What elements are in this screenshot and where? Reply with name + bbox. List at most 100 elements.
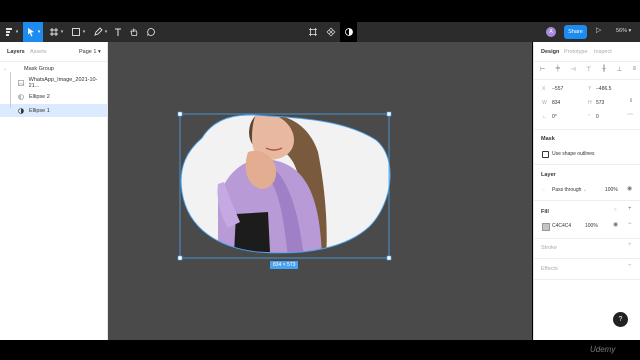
effects-section-title: Effects bbox=[541, 266, 558, 272]
shape-tool-button[interactable]: ▾ bbox=[68, 22, 88, 42]
create-component-button[interactable] bbox=[306, 22, 320, 42]
corner-radius-input[interactable]: 0 bbox=[596, 114, 599, 120]
present-play-icon[interactable]: ▷ bbox=[596, 26, 601, 34]
layer-section-title: Layer bbox=[541, 172, 556, 178]
expand-chevron-icon[interactable]: ⌄ bbox=[0, 66, 11, 72]
frame-icon bbox=[49, 28, 58, 36]
component-button[interactable] bbox=[324, 22, 338, 42]
figma-menu-icon bbox=[5, 28, 12, 36]
use-shape-outlines-checkbox[interactable] bbox=[542, 151, 549, 158]
comment-tool-button[interactable] bbox=[144, 22, 158, 42]
panel-divider bbox=[534, 238, 640, 239]
rotation-input[interactable]: 0° bbox=[552, 114, 557, 120]
h-label: H bbox=[588, 100, 592, 106]
hand-tool-button[interactable] bbox=[127, 22, 141, 42]
zoom-value: 56% bbox=[616, 28, 628, 34]
comment-icon bbox=[147, 28, 155, 36]
w-input[interactable]: 834 bbox=[552, 100, 560, 106]
design-properties-panel: Design Prototype Inspect ⊢ ╪ ⊣ ⊤ ╫ ⊥ ≡ X… bbox=[533, 42, 640, 340]
resize-handle-bl[interactable] bbox=[177, 255, 183, 261]
resize-handle-tr[interactable] bbox=[386, 111, 392, 117]
blend-mode-dropdown[interactable]: Pass through ⌄ bbox=[552, 187, 587, 193]
panel-divider bbox=[534, 61, 640, 62]
help-button[interactable]: ? bbox=[613, 312, 628, 327]
hand-icon bbox=[130, 28, 138, 36]
video-letterbox-bottom bbox=[0, 340, 640, 360]
layer-row-image[interactable]: WhatsApp_Image_2021-10-21... bbox=[0, 76, 107, 89]
frame-tool-button[interactable]: ▾ bbox=[46, 22, 66, 42]
align-top-icon[interactable]: ⊤ bbox=[586, 66, 591, 73]
layers-panel: Layers Assets Page 1 ▾ ⌄ Mask Group What… bbox=[0, 42, 108, 340]
add-effect-icon[interactable]: + bbox=[628, 263, 632, 269]
distribute-icon[interactable]: ≡ bbox=[632, 66, 636, 72]
add-fill-icon[interactable]: + bbox=[628, 206, 632, 212]
use-as-mask-button[interactable] bbox=[340, 22, 357, 42]
visibility-eye-icon[interactable]: ◉ bbox=[627, 185, 632, 192]
fill-visibility-eye-icon[interactable]: ◉ bbox=[613, 221, 618, 228]
panel-divider bbox=[534, 279, 640, 280]
layer-name: Ellipse 2 bbox=[29, 93, 50, 100]
align-left-icon[interactable]: ⊢ bbox=[540, 66, 545, 73]
move-tool-button[interactable]: ▾ bbox=[23, 22, 43, 42]
align-right-icon[interactable]: ⊣ bbox=[571, 66, 576, 73]
remove-fill-icon[interactable]: − bbox=[628, 221, 632, 227]
x-label: X bbox=[542, 86, 546, 92]
layer-opacity-input[interactable]: 100% bbox=[605, 187, 618, 193]
mask-icon bbox=[344, 28, 353, 36]
top-toolbar: ▾ ▾ ▾ ▾ ▾ bbox=[0, 22, 640, 65]
resize-handle-tl[interactable] bbox=[177, 111, 183, 117]
layer-row-mask-group[interactable]: ⌄ Mask Group bbox=[0, 62, 107, 75]
layer-row-ellipse-2[interactable]: Ellipse 2 bbox=[0, 90, 107, 103]
layer-name: Ellipse 1 bbox=[29, 107, 50, 114]
text-tool-button[interactable] bbox=[111, 22, 125, 42]
h-input[interactable]: 573 bbox=[596, 100, 604, 106]
tab-prototype[interactable]: Prototype bbox=[564, 49, 588, 55]
y-input[interactable]: −486.5 bbox=[596, 86, 611, 92]
layer-name: Mask Group bbox=[24, 65, 54, 72]
panel-divider bbox=[534, 79, 640, 80]
blend-mode-icon: ◌ bbox=[542, 187, 545, 193]
align-center-h-icon[interactable]: ╪ bbox=[556, 66, 560, 72]
blend-mode-value: Pass through bbox=[552, 187, 582, 193]
tab-layers[interactable]: Layers bbox=[7, 49, 25, 55]
add-stroke-icon[interactable]: + bbox=[628, 242, 632, 248]
main-menu-button[interactable]: ▾ bbox=[0, 22, 22, 42]
ellipse-mask-icon bbox=[18, 107, 24, 114]
rotation-icon: ∟ bbox=[542, 114, 547, 120]
component-icon bbox=[326, 27, 336, 37]
crop-frame-icon bbox=[309, 28, 317, 36]
constrain-proportions-icon[interactable]: ⇕ bbox=[629, 98, 633, 104]
tab-design[interactable]: Design bbox=[541, 49, 559, 55]
use-shape-outlines-label: Use shape outlines bbox=[552, 151, 595, 157]
share-button[interactable]: Share bbox=[564, 25, 587, 39]
design-canvas[interactable]: 834 × 573 bbox=[108, 42, 532, 340]
mask-section-title: Mask bbox=[541, 136, 555, 142]
fill-styles-icon[interactable]: ⁘ bbox=[613, 207, 617, 213]
masked-photo bbox=[181, 114, 391, 253]
tab-inspect[interactable]: Inspect bbox=[594, 49, 612, 55]
pen-icon bbox=[94, 27, 103, 36]
page-selector[interactable]: Page 1 ▾ bbox=[79, 49, 101, 55]
mask-group-icon bbox=[13, 66, 19, 72]
fill-opacity-input[interactable]: 100% bbox=[585, 223, 598, 229]
fill-hex-input[interactable]: C4C4C4 bbox=[552, 223, 571, 229]
layer-row-ellipse-1[interactable]: Ellipse 1 bbox=[0, 104, 107, 117]
x-input[interactable]: −557 bbox=[552, 86, 563, 92]
resize-handle-br[interactable] bbox=[386, 255, 392, 261]
align-bottom-icon[interactable]: ⊥ bbox=[617, 66, 622, 73]
panel-divider bbox=[534, 129, 640, 130]
more-options-icon[interactable]: ⋯ bbox=[627, 111, 633, 118]
align-center-v-icon[interactable]: ╫ bbox=[602, 66, 606, 72]
cursor-icon bbox=[27, 28, 34, 37]
text-icon bbox=[115, 28, 121, 36]
zoom-dropdown[interactable]: 56% ▾ bbox=[616, 28, 631, 34]
size-badge: 834 × 573 bbox=[270, 261, 299, 269]
video-letterbox-top bbox=[0, 0, 640, 22]
corner-radius-icon: ⌜ bbox=[588, 114, 591, 120]
pen-tool-button[interactable]: ▾ bbox=[90, 22, 110, 42]
panel-divider bbox=[534, 200, 640, 201]
tab-assets[interactable]: Assets bbox=[30, 49, 47, 55]
fill-color-swatch[interactable] bbox=[542, 223, 550, 231]
user-avatar[interactable]: A bbox=[546, 27, 556, 37]
w-label: W bbox=[542, 100, 547, 106]
